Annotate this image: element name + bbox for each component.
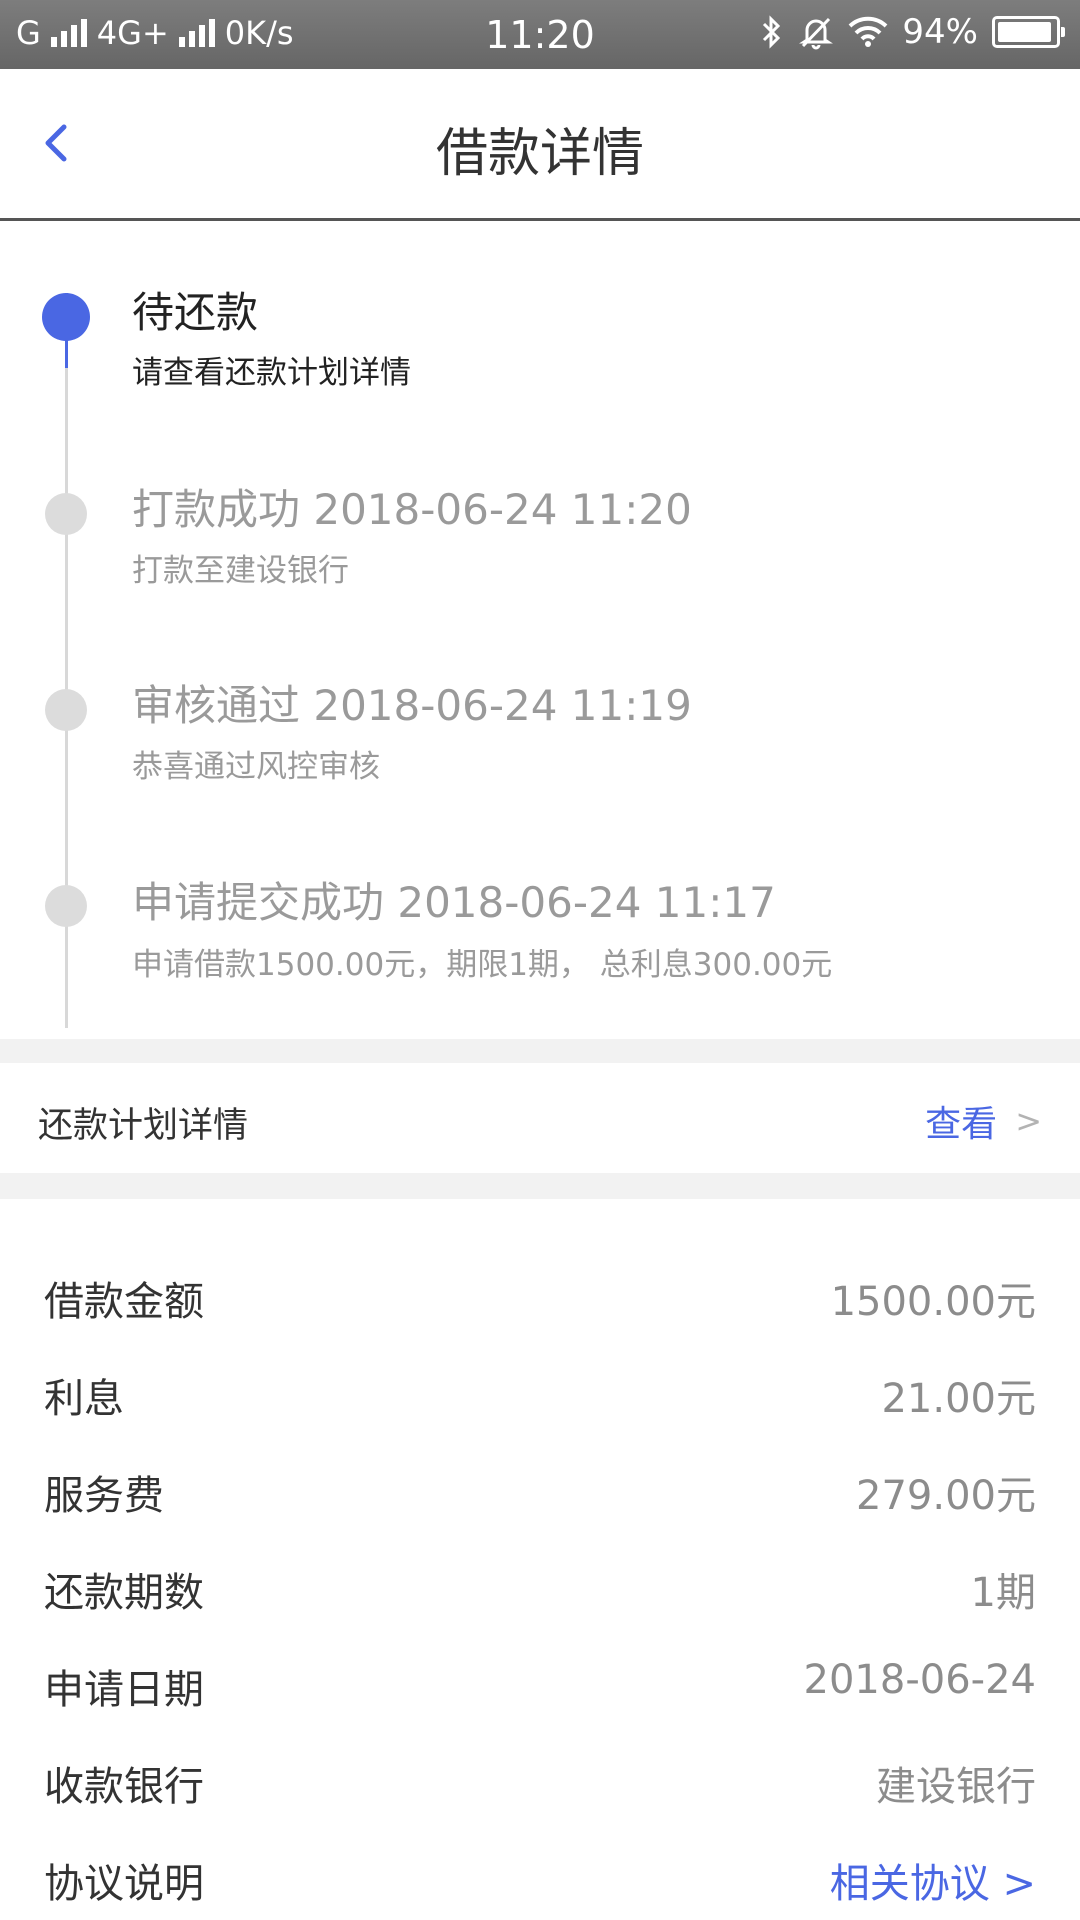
bluetooth-icon [763, 15, 781, 49]
detail-row-installments: 还款期数 1期 [0, 1548, 1080, 1638]
timeline-step-subtitle: 恭喜通过风控审核 [132, 749, 380, 785]
page-title: 借款详情 [435, 124, 644, 184]
wifi-icon [849, 16, 888, 47]
detail-label: 申请日期 [44, 1667, 204, 1713]
timeline-dot [45, 885, 87, 927]
battery-icon [992, 16, 1065, 48]
loan-detail-page: G 4G+ 0K/s 11:20 94% 借款详情 待还款 请查看还款计划详情 … [0, 0, 1080, 1920]
detail-row-interest: 利息 21.00元 [0, 1354, 1080, 1444]
detail-label: 收款银行 [44, 1764, 204, 1810]
detail-row-service-fee: 服务费 279.00元 [0, 1451, 1080, 1541]
detail-label: 借款金额 [44, 1279, 204, 1325]
timeline-dot-active [42, 293, 90, 341]
repayment-plan-label: 还款计划详情 [38, 1106, 249, 1146]
bell-muted-icon [799, 17, 834, 50]
detail-row-agreement: 协议说明 相关协议 > [0, 1839, 1080, 1920]
loan-status-timeline: 待还款 请查看还款计划详情 打款成功 2018-06-24 11:20 打款至建… [0, 221, 1080, 1039]
detail-value: 2018-06-24 [803, 1657, 1036, 1703]
battery-percent: 94% [902, 12, 978, 52]
detail-value: 1期 [970, 1570, 1036, 1616]
detail-row-loan-amount: 借款金额 1500.00元 [0, 1257, 1080, 1347]
timeline-step-subtitle: 打款至建设银行 [132, 553, 349, 589]
detail-value: 建设银行 [876, 1764, 1036, 1810]
detail-label: 协议说明 [44, 1861, 204, 1907]
detail-value: 279.00元 [856, 1473, 1036, 1519]
detail-label: 服务费 [44, 1473, 164, 1519]
repayment-plan-row[interactable]: 还款计划详情 查看 > [0, 1063, 1080, 1173]
timeline-step-subtitle: 请查看还款计划详情 [132, 355, 411, 391]
timeline-dot [45, 493, 87, 535]
timeline-step-title: 待还款 [132, 288, 259, 337]
detail-value: 1500.00元 [830, 1279, 1036, 1325]
view-plan-link[interactable]: 查看 > [925, 1095, 1042, 1147]
agreement-link[interactable]: 相关协议 > [830, 1851, 1036, 1909]
timeline-step-title: 打款成功 2018-06-24 11:20 [132, 485, 692, 534]
status-right: 94% [760, 12, 1065, 52]
section-divider [0, 1173, 1080, 1199]
nav-bar: 借款详情 [0, 69, 1080, 221]
detail-row-receiving-bank: 收款银行 建设银行 [0, 1742, 1080, 1832]
timeline-dot [45, 689, 87, 731]
detail-label: 利息 [44, 1376, 124, 1422]
section-divider [0, 1039, 1080, 1063]
status-bar: G 4G+ 0K/s 11:20 94% [0, 0, 1080, 69]
timeline-step-subtitle: 申请借款1500.00元，期限1期， 总利息300.00元 [132, 947, 833, 983]
view-plan-label: 查看 [925, 1104, 998, 1145]
detail-value: 21.00元 [881, 1376, 1036, 1422]
detail-row-apply-date: 申请日期 2018-06-24 [0, 1645, 1080, 1735]
chevron-right-icon: > [1015, 1102, 1042, 1140]
timeline-step-title: 申请提交成功 2018-06-24 11:17 [132, 878, 776, 927]
timeline-step-title: 审核通过 2018-06-24 11:19 [132, 681, 692, 730]
detail-label: 还款期数 [44, 1570, 204, 1616]
battery-level [998, 22, 1051, 42]
